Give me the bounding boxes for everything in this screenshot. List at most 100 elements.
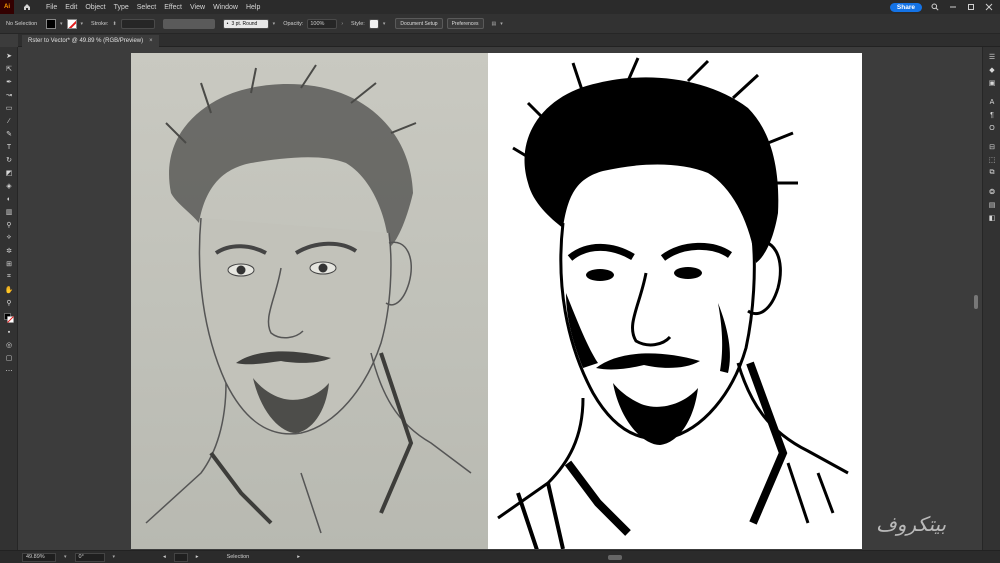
chevron-down-icon[interactable]: ▾ <box>500 21 503 27</box>
scale-tool-icon[interactable]: ◈ <box>4 181 14 191</box>
chevron-down-icon[interactable]: ▾ <box>60 21 63 27</box>
pathfinder-panel-icon[interactable]: ⧉ <box>987 168 997 178</box>
variable-width-profile[interactable] <box>162 18 215 29</box>
menu-window[interactable]: Window <box>209 4 242 11</box>
horizontal-scrollbar[interactable] <box>607 554 622 560</box>
type-tool-icon[interactable]: T <box>4 142 14 152</box>
rotate-tool-icon[interactable]: ↻ <box>4 155 14 165</box>
stroke-weight-field[interactable] <box>120 18 155 29</box>
pencil-sketch-image[interactable] <box>131 53 488 549</box>
status-bar: 49.89% ▾ 0° ▾ ◂ ▸ Selection ▸ <box>0 550 1000 563</box>
drawing-mode-icon[interactable]: ◎ <box>4 340 14 350</box>
document-setup-button[interactable]: Document Setup <box>395 18 443 29</box>
symbol-sprayer-tool-icon[interactable]: ✲ <box>4 246 14 256</box>
blend-tool-icon[interactable]: ⟡ <box>4 233 14 243</box>
current-tool-label: Selection <box>226 554 250 560</box>
opacity-field[interactable]: 100% <box>307 18 338 29</box>
menu-edit[interactable]: Edit <box>61 4 81 11</box>
search-icon[interactable] <box>930 2 940 12</box>
fill-stroke-swatch-icon[interactable] <box>4 313 14 323</box>
document-tab[interactable]: Rster to Vector* @ 49.89 % (RGB/Preview)… <box>22 35 159 47</box>
appearance-panel-icon[interactable]: ❂ <box>987 187 997 197</box>
hand-tool-icon[interactable]: ✋ <box>4 285 14 295</box>
graphic-style-swatch[interactable] <box>368 18 379 29</box>
rectangle-tool-icon[interactable]: ▭ <box>4 103 14 113</box>
stroke-weight-stepper[interactable]: ⬍ <box>112 21 116 27</box>
brush-definition[interactable]: • 3 pt. Round <box>222 18 269 29</box>
vectorized-image[interactable] <box>488 53 862 549</box>
chevron-down-icon[interactable]: ▾ <box>383 21 386 27</box>
slice-tool-icon[interactable]: ⌗ <box>4 272 14 282</box>
restore-icon[interactable] <box>966 2 976 12</box>
direct-selection-tool-icon[interactable]: ⇱ <box>4 64 14 74</box>
artboard-number-field[interactable] <box>173 552 188 562</box>
watermark-logo: بیتکروف <box>876 512 947 536</box>
color-mode-icon[interactable]: ▪ <box>4 327 14 337</box>
chevron-down-icon[interactable]: ▾ <box>81 21 84 27</box>
tools-panel: ➤ ⇱ ✒ ↝ ▭ ∕ ✎ T ↻ ◩ ◈ ◐ ▥ ⚲ ⟡ ✲ ⊞ ⌗ ✋ ⚲ … <box>0 47 18 550</box>
layers-panel-icon[interactable]: ◆ <box>987 65 997 75</box>
panel-dock: ☰ ◆ ▣ A ¶ O ⊟ ⬚ ⧉ ❂ ▤ ◧ <box>982 47 1000 550</box>
preferences-button[interactable]: Preferences <box>446 18 484 29</box>
screen-mode-icon[interactable]: ▢ <box>4 353 14 363</box>
status-menu-icon[interactable]: ▸ <box>297 554 300 560</box>
opacity-value: 100% <box>310 20 325 27</box>
arrange-documents-icon[interactable]: ▤ <box>492 21 497 27</box>
more-tools-icon[interactable]: ⋯ <box>4 366 14 376</box>
menu-effect[interactable]: Effect <box>160 4 186 11</box>
pen-tool-icon[interactable]: ✒ <box>4 77 14 87</box>
transform-panel-icon[interactable]: ⬚ <box>987 155 997 165</box>
close-icon[interactable]: × <box>149 38 153 44</box>
menu-view[interactable]: View <box>186 4 209 11</box>
menu-bar: Ai File Edit Object Type Select Effect V… <box>0 0 1000 14</box>
minimize-icon[interactable] <box>948 2 958 12</box>
opentype-panel-icon[interactable]: O <box>987 123 997 133</box>
properties-panel-icon[interactable]: ☰ <box>987 52 997 62</box>
brush-label: 3 pt. Round <box>231 20 258 27</box>
align-panel-icon[interactable]: ⊟ <box>987 142 997 152</box>
character-panel-icon[interactable]: A <box>987 97 997 107</box>
eraser-tool-icon[interactable]: ◩ <box>4 168 14 178</box>
fill-swatch[interactable] <box>46 18 56 29</box>
artboard-nav-prev-icon[interactable]: ◂ <box>163 554 166 560</box>
zoom-tool-icon[interactable]: ⚲ <box>4 298 14 308</box>
selection-tool-icon[interactable]: ➤ <box>4 51 14 61</box>
libraries-panel-icon[interactable]: ▣ <box>987 78 997 88</box>
artboard-nav-next-icon[interactable]: ▸ <box>196 554 199 560</box>
chevron-down-icon[interactable]: ▾ <box>273 21 276 27</box>
stroke-swatch[interactable] <box>66 18 77 29</box>
rotation-value: 0° <box>78 554 84 560</box>
selection-status: No Selection <box>6 20 38 27</box>
shape-builder-tool-icon[interactable]: ◐ <box>4 194 14 204</box>
graphic-styles-panel-icon[interactable]: ▤ <box>987 200 997 210</box>
artboard[interactable] <box>131 53 862 549</box>
paragraph-panel-icon[interactable]: ¶ <box>987 110 997 120</box>
transparency-panel-icon[interactable]: ◧ <box>987 213 997 223</box>
menu-select[interactable]: Select <box>133 4 160 11</box>
artboard-tool-icon[interactable]: ⊞ <box>4 259 14 269</box>
illustrator-window: Ai File Edit Object Type Select Effect V… <box>0 0 1000 563</box>
document-tab-title: Rster to Vector* @ 49.89 % (RGB/Preview) <box>28 38 144 44</box>
menu-help[interactable]: Help <box>242 4 264 11</box>
style-label: Style: <box>351 20 365 27</box>
chevron-down-icon[interactable]: ▾ <box>113 554 116 560</box>
close-window-icon[interactable] <box>984 2 994 12</box>
paintbrush-tool-icon[interactable]: ∕ <box>4 116 14 126</box>
menu-object[interactable]: Object <box>81 4 109 11</box>
curvature-tool-icon[interactable]: ↝ <box>4 90 14 100</box>
share-button[interactable]: Share <box>889 2 922 12</box>
zoom-level-field[interactable]: 49.89% <box>22 552 56 562</box>
menu-file[interactable]: File <box>42 4 61 11</box>
menu-type[interactable]: Type <box>110 4 133 11</box>
rotation-field[interactable]: 0° <box>74 552 105 562</box>
pencil-tool-icon[interactable]: ✎ <box>4 129 14 139</box>
chevron-right-icon[interactable]: › <box>341 21 343 27</box>
menu-bar-right: Share <box>889 0 1000 14</box>
home-icon[interactable] <box>20 0 34 14</box>
gradient-tool-icon[interactable]: ▥ <box>4 207 14 217</box>
chevron-down-icon[interactable]: ▾ <box>64 554 67 560</box>
stroke-label: Stroke: <box>91 20 109 27</box>
eyedropper-tool-icon[interactable]: ⚲ <box>4 220 14 230</box>
app-logo: Ai <box>0 0 14 14</box>
vertical-scrollbar-thumb[interactable] <box>974 295 978 309</box>
